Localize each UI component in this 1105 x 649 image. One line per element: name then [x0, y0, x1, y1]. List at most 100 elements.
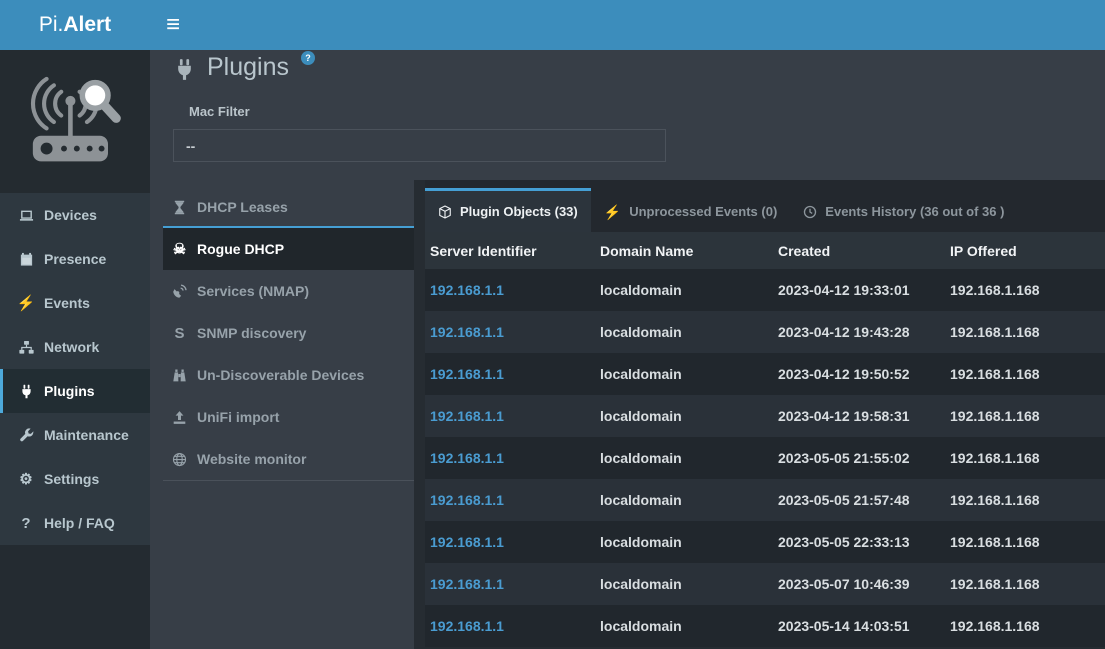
- page-title-text: Plugins: [207, 53, 289, 82]
- cube-icon: [438, 205, 452, 219]
- sidebar-item-label: Plugins: [44, 383, 95, 399]
- mac-filter-label: Mac Filter: [189, 104, 250, 119]
- sidebar-item-presence[interactable]: Presence: [0, 237, 150, 281]
- table-body: 192.168.1.1localdomain2023-04-12 19:33:0…: [414, 269, 1105, 647]
- server-identifier-link[interactable]: 192.168.1.1: [430, 282, 600, 298]
- tab-label: Events History (36 out of 36 ): [825, 204, 1004, 219]
- server-identifier-link[interactable]: 192.168.1.1: [430, 618, 600, 634]
- sidebar-menu: Devices Presence ⚡ Events Network Plugins Main…: [0, 193, 150, 545]
- tab-events-history-36-out-of-36[interactable]: Events History (36 out of 36 ): [790, 188, 1017, 232]
- page-title: Plugins ?: [173, 53, 315, 82]
- created-cell: 2023-05-05 21:55:02: [778, 450, 950, 466]
- ip-offered-cell: 192.168.1.168: [950, 366, 1105, 382]
- sidebar-logo-image: [0, 50, 150, 193]
- sidebar-item-settings[interactable]: ⚙ Settings: [0, 457, 150, 501]
- app-logo[interactable]: Pi.Alert: [0, 0, 150, 50]
- plugin-item-un-discoverable-devices[interactable]: Un-Discoverable Devices: [163, 354, 414, 396]
- ip-offered-cell: 192.168.1.168: [950, 324, 1105, 340]
- server-identifier-link[interactable]: 192.168.1.1: [430, 534, 600, 550]
- created-cell: 2023-04-12 19:50:52: [778, 366, 950, 382]
- sitemap-icon: [17, 340, 35, 355]
- tab-bar: Plugin Objects (33) ⚡ Unprocessed Events (…: [425, 180, 1105, 232]
- sidebar-item-maintenance[interactable]: Maintenance: [0, 413, 150, 457]
- ip-offered-cell: 192.168.1.168: [950, 282, 1105, 298]
- plugin-item-rogue-dhcp[interactable]: ☠ Rogue DHCP: [163, 226, 414, 270]
- domain-name-cell: localdomain: [600, 282, 778, 298]
- sidebar-item-label: Network: [44, 339, 99, 355]
- server-identifier-link[interactable]: 192.168.1.1: [430, 366, 600, 382]
- satellite-dish-icon: [170, 284, 189, 299]
- sidebar-item-devices[interactable]: Devices: [0, 193, 150, 237]
- server-identifier-link[interactable]: 192.168.1.1: [430, 450, 600, 466]
- tab-unprocessed-events-0[interactable]: ⚡ Unprocessed Events (0): [591, 188, 791, 232]
- globe-icon: [170, 452, 189, 467]
- plugin-item-label: DHCP Leases: [197, 199, 288, 215]
- skull-icon: ☠: [170, 242, 189, 257]
- plug-icon: [173, 58, 196, 81]
- sidebar-item-label: Help / FAQ: [44, 515, 115, 531]
- help-badge[interactable]: ?: [301, 51, 315, 65]
- binoculars-icon: [170, 368, 189, 383]
- plugin-item-label: Un-Discoverable Devices: [197, 367, 364, 383]
- bolt-icon: ⚡: [604, 205, 621, 219]
- clock-icon: [803, 205, 817, 219]
- column-header-created: Created: [778, 243, 950, 259]
- column-header-server-identifier: Server Identifier: [430, 243, 600, 259]
- laptop-icon: [17, 208, 35, 223]
- table-row: 192.168.1.1localdomain2023-04-12 19:33:0…: [425, 269, 1105, 311]
- created-cell: 2023-05-05 22:33:13: [778, 534, 950, 550]
- sidebar-item-events[interactable]: ⚡ Events: [0, 281, 150, 325]
- domain-name-cell: localdomain: [600, 408, 778, 424]
- sidebar-item-help-faq[interactable]: ? Help / FAQ: [0, 501, 150, 545]
- hourglass-icon: [170, 200, 189, 215]
- table-row: 192.168.1.1localdomain2023-05-05 21:55:0…: [425, 437, 1105, 479]
- created-cell: 2023-05-07 10:46:39: [778, 576, 950, 592]
- letter-s-icon: S: [170, 326, 189, 341]
- domain-name-cell: localdomain: [600, 576, 778, 592]
- column-header-ip-offered: IP Offered: [950, 243, 1105, 259]
- sidebar-item-label: Presence: [44, 251, 106, 267]
- plugin-item-snmp-discovery[interactable]: SSNMP discovery: [163, 312, 414, 354]
- plugin-item-label: Website monitor: [197, 451, 306, 467]
- plugin-item-website-monitor[interactable]: Website monitor: [163, 438, 414, 480]
- server-identifier-link[interactable]: 192.168.1.1: [430, 324, 600, 340]
- tab-label: Unprocessed Events (0): [629, 204, 777, 219]
- server-identifier-link[interactable]: 192.168.1.1: [430, 492, 600, 508]
- created-cell: 2023-04-12 19:43:28: [778, 324, 950, 340]
- sidebar-toggle-button[interactable]: ≡: [150, 0, 196, 50]
- mac-filter-input[interactable]: [173, 129, 666, 162]
- question-icon: ?: [17, 516, 35, 531]
- bolt-icon: ⚡: [17, 296, 35, 311]
- sidebar-item-network[interactable]: Network: [0, 325, 150, 369]
- domain-name-cell: localdomain: [600, 618, 778, 634]
- ip-offered-cell: 192.168.1.168: [950, 576, 1105, 592]
- ip-offered-cell: 192.168.1.168: [950, 408, 1105, 424]
- created-cell: 2023-04-12 19:58:31: [778, 408, 950, 424]
- table-row: 192.168.1.1localdomain2023-04-12 19:50:5…: [425, 353, 1105, 395]
- ip-offered-cell: 192.168.1.168: [950, 450, 1105, 466]
- table-row: 192.168.1.1localdomain2023-05-14 14:03:5…: [425, 605, 1105, 647]
- tab-plugin-objects-33[interactable]: Plugin Objects (33): [425, 188, 591, 232]
- sidebar-item-label: Events: [44, 295, 90, 311]
- domain-name-cell: localdomain: [600, 366, 778, 382]
- created-cell: 2023-05-05 21:57:48: [778, 492, 950, 508]
- domain-name-cell: localdomain: [600, 450, 778, 466]
- router-search-logo: [20, 70, 130, 174]
- plugin-item-label: Rogue DHCP: [197, 241, 284, 257]
- sidebar: Devices Presence ⚡ Events Network Plugins Main…: [0, 50, 150, 649]
- server-identifier-link[interactable]: 192.168.1.1: [430, 408, 600, 424]
- plugin-item-services-nmap[interactable]: Services (NMAP): [163, 270, 414, 312]
- sidebar-item-label: Settings: [44, 471, 99, 487]
- plugin-content-panel: Plugin Objects (33) ⚡ Unprocessed Events (…: [414, 180, 1105, 649]
- calendar-icon: [17, 252, 35, 267]
- table-row: 192.168.1.1localdomain2023-05-05 21:57:4…: [425, 479, 1105, 521]
- tab-label: Plugin Objects (33): [460, 204, 578, 219]
- sidebar-item-plugins[interactable]: Plugins: [0, 369, 150, 413]
- plugin-item-label: Services (NMAP): [197, 283, 309, 299]
- upload-icon: [170, 410, 189, 425]
- server-identifier-link[interactable]: 192.168.1.1: [430, 576, 600, 592]
- table-row: 192.168.1.1localdomain2023-04-12 19:43:2…: [425, 311, 1105, 353]
- plugin-item-dhcp-leases[interactable]: DHCP Leases: [163, 186, 414, 228]
- gear-icon: ⚙: [17, 472, 35, 487]
- plugin-item-unifi-import[interactable]: UniFi import: [163, 396, 414, 438]
